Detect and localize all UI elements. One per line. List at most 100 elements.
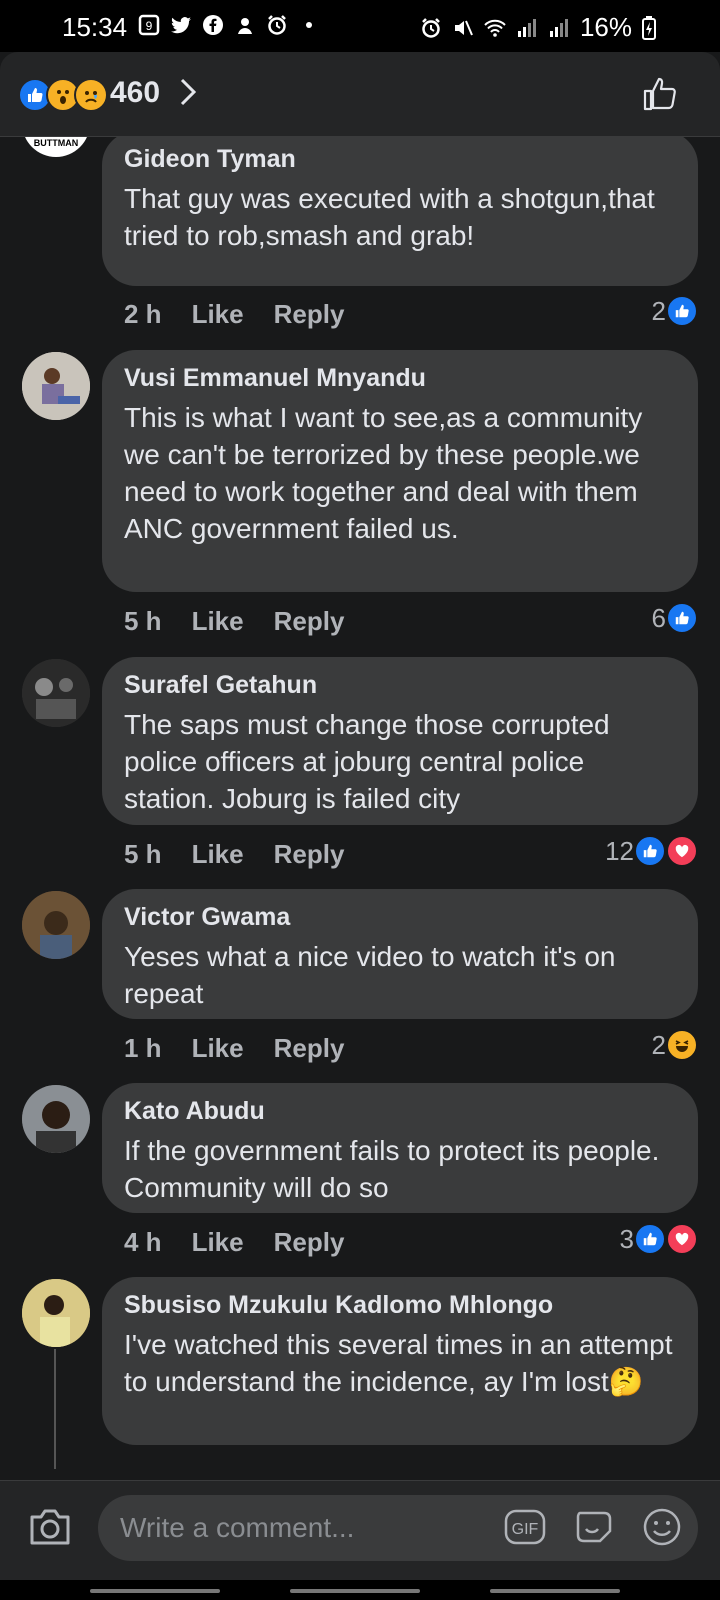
comment-time[interactable]: 5 h: [124, 839, 162, 870]
comment-bubble[interactable]: Vusi Emmanuel Mnyandu This is what I wan…: [102, 350, 698, 592]
sad-reaction-icon: [74, 78, 108, 112]
gallery-notification-icon: 9: [138, 14, 160, 36]
camera-icon[interactable]: [28, 1507, 72, 1547]
comment-reaction-count: 6: [651, 602, 666, 633]
reply-comment-button[interactable]: Reply: [274, 1227, 345, 1258]
comment-bubble[interactable]: Sbusiso Mzukulu Kadlomo Mhlongo I've wat…: [102, 1277, 698, 1445]
signal-icon-2: [549, 18, 568, 37]
like-comment-button[interactable]: Like: [192, 1033, 244, 1064]
reaction-summary[interactable]: [18, 78, 108, 112]
haha-reaction-icon: [666, 1029, 698, 1061]
comment-reaction-count: 2: [651, 295, 666, 326]
system-nav-bar: [0, 1580, 720, 1600]
comment-composer: GIF: [0, 1480, 720, 1581]
like-comment-button[interactable]: Like: [192, 839, 244, 870]
comment-bubble[interactable]: Kato Abudu If the government fails to pr…: [102, 1083, 698, 1213]
comment-time[interactable]: 4 h: [124, 1227, 162, 1258]
avatar-photo: [22, 352, 90, 420]
reply-comment-button[interactable]: Reply: [274, 299, 345, 330]
facebook-icon: [203, 15, 223, 35]
reply-comment-button[interactable]: Reply: [274, 1033, 345, 1064]
comment-bubble[interactable]: Surafel Getahun The saps must change tho…: [102, 657, 698, 825]
app-notification-icon: [238, 18, 252, 34]
emoji-icon[interactable]: [642, 1507, 682, 1547]
comment-time[interactable]: 1 h: [124, 1033, 162, 1064]
comment-reactions[interactable]: 2: [652, 295, 698, 327]
comment-author[interactable]: Victor Gwama: [124, 903, 678, 932]
avatar-logo-image: BUTTMAN: [34, 138, 79, 148]
like-post-button[interactable]: [642, 76, 678, 112]
comment-author[interactable]: Sbusiso Mzukulu Kadlomo Mhlongo: [124, 1291, 678, 1320]
avatar[interactable]: [22, 352, 90, 420]
chevron-right-icon[interactable]: [180, 78, 196, 106]
sticker-icon[interactable]: [574, 1507, 616, 1547]
comment-bubble[interactable]: Gideon Tyman That guy was executed with …: [102, 137, 698, 286]
nav-pill: [90, 1589, 220, 1593]
comment-reaction-count: 12: [605, 835, 634, 866]
comment-text: The saps must change those corrupted pol…: [124, 709, 610, 814]
like-comment-button[interactable]: Like: [192, 299, 244, 330]
alarm-icon: [422, 17, 440, 38]
comment-reaction-count: 3: [619, 1223, 634, 1254]
comment-reactions[interactable]: 12: [605, 835, 698, 867]
comment-text: Yeses what a nice video to watch it's on…: [124, 941, 616, 1009]
reply-comment-button[interactable]: Reply: [274, 839, 345, 870]
comment-reactions[interactable]: 2: [652, 1029, 698, 1061]
wifi-icon: [484, 19, 506, 37]
like-comment-button[interactable]: Like: [192, 1227, 244, 1258]
comment-reactions[interactable]: 3: [620, 1223, 698, 1255]
comment-text: I've watched this several times in an at…: [124, 1326, 678, 1400]
comment-author[interactable]: Gideon Tyman: [124, 145, 678, 174]
like-reaction-icon: [634, 1223, 666, 1255]
avatar[interactable]: [22, 891, 90, 959]
mute-icon: [454, 20, 473, 35]
avatar[interactable]: [22, 659, 90, 727]
comment-text: This is what I want to see,as a communit…: [124, 402, 643, 544]
avatar[interactable]: BUTTMAN: [22, 137, 90, 157]
comment-text: If the government fails to protect its p…: [124, 1135, 660, 1203]
comment-actions: 4 h Like Reply: [124, 1227, 344, 1258]
comment-time[interactable]: 5 h: [124, 606, 162, 637]
comment-reaction-count: 2: [651, 1029, 666, 1060]
love-reaction-icon: [666, 1223, 698, 1255]
reactions-header: 460: [0, 52, 720, 137]
more-dot-icon: [306, 22, 312, 28]
alarm-icon: [268, 15, 286, 35]
comment-actions: 1 h Like Reply: [124, 1033, 344, 1064]
avatar-photo: [22, 1085, 90, 1153]
avatar[interactable]: [22, 1279, 90, 1347]
comment-actions: 5 h Like Reply: [124, 606, 344, 637]
status-time: 15:34: [62, 12, 128, 42]
comment-author[interactable]: Surafel Getahun: [124, 671, 678, 700]
status-bar: 15:34 9 16%: [0, 0, 720, 52]
comment-author[interactable]: Vusi Emmanuel Mnyandu: [124, 364, 678, 393]
signal-icon: [517, 18, 536, 37]
like-reaction-icon: [666, 602, 698, 634]
comment-text-body: I've watched this several times in an at…: [124, 1329, 673, 1397]
svg-text:BUTTMAN: BUTTMAN: [34, 138, 79, 148]
thinking-emoji-icon: 🤔: [608, 1366, 644, 1397]
comment-actions: 5 h Like Reply: [124, 839, 344, 870]
like-comment-button[interactable]: Like: [192, 606, 244, 637]
nav-pill: [290, 1589, 420, 1593]
svg-text:9: 9: [146, 19, 153, 33]
reply-thread-line: [54, 1349, 56, 1469]
avatar-photo: [22, 1279, 90, 1347]
reaction-count[interactable]: 460: [110, 76, 160, 110]
battery-percent: 16%: [579, 12, 632, 42]
comment-feed[interactable]: BUTTMAN Gideon Tyman That guy was execut…: [0, 137, 720, 1481]
reply-comment-button[interactable]: Reply: [274, 606, 345, 637]
comment-actions: 2 h Like Reply: [124, 299, 344, 330]
comment-time[interactable]: 2 h: [124, 299, 162, 330]
comment-bubble[interactable]: Victor Gwama Yeses what a nice video to …: [102, 889, 698, 1019]
comment-text: That guy was executed with a shotgun,tha…: [124, 183, 655, 251]
comment-author[interactable]: Kato Abudu: [124, 1097, 678, 1126]
love-reaction-icon: [666, 835, 698, 867]
comment-reactions[interactable]: 6: [652, 602, 698, 634]
notification-icons: 9: [138, 14, 320, 36]
nav-pill: [490, 1589, 620, 1593]
twitter-icon: [171, 17, 191, 34]
svg-text:GIF: GIF: [512, 1521, 539, 1538]
gif-icon[interactable]: GIF: [504, 1509, 546, 1545]
avatar[interactable]: [22, 1085, 90, 1153]
